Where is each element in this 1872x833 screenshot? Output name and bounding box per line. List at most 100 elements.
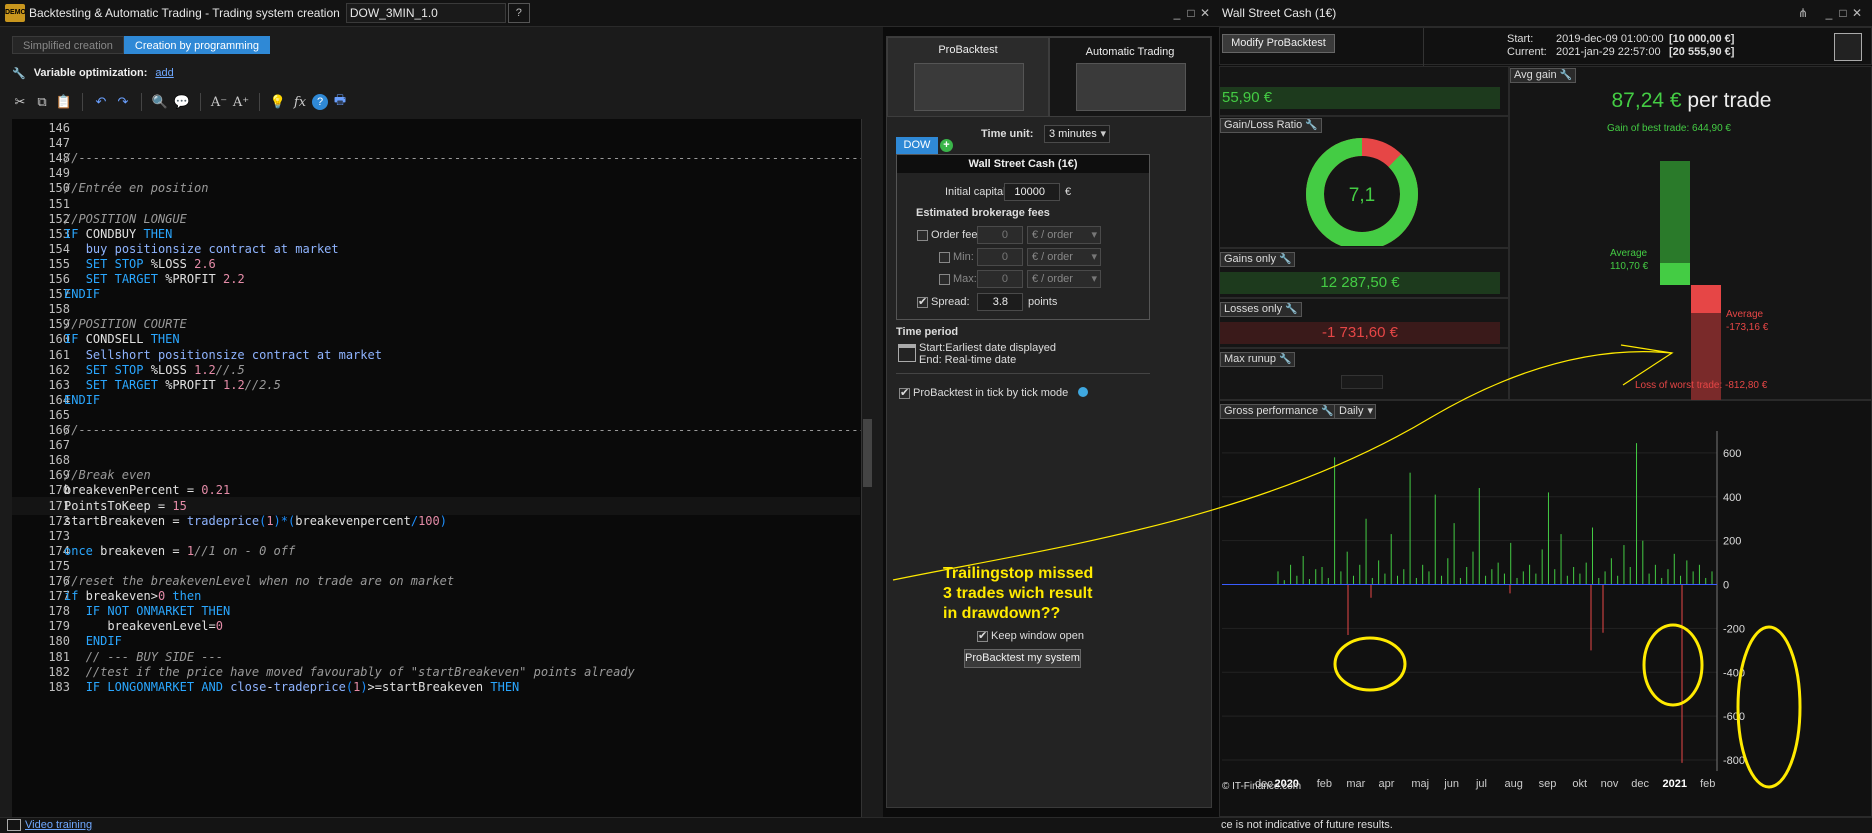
- time-unit-select[interactable]: 3 minutes ▾: [1044, 125, 1110, 143]
- x-tick-label: apr: [1379, 778, 1395, 790]
- x-tick-label: mar: [1346, 778, 1365, 790]
- tab-creation-by-programming[interactable]: Creation by programming: [123, 36, 270, 54]
- max-fee-unit-select[interactable]: € / order ▾: [1027, 270, 1101, 288]
- total-gain-box: 55,90 €: [1219, 66, 1509, 116]
- order-fee-checkbox[interactable]: [917, 230, 928, 241]
- status-bar: Video training ce is not indicative of f…: [0, 817, 1872, 833]
- video-training-icon[interactable]: [7, 819, 21, 831]
- spread-checkbox[interactable]: [917, 295, 928, 308]
- y-tick-label: 0: [1723, 580, 1729, 592]
- tick-mode-checkbox[interactable]: [899, 386, 910, 399]
- paste-icon[interactable]: 📋: [54, 92, 74, 112]
- x-tick-label: feb: [1700, 778, 1715, 790]
- tab-probacktest[interactable]: ProBacktest: [887, 37, 1049, 117]
- annotation-line-3: in drawdown??: [943, 605, 1061, 622]
- search-icon[interactable]: 🔍: [150, 92, 170, 112]
- currency-label: €: [1065, 186, 1072, 198]
- calendar-icon[interactable]: [898, 344, 916, 362]
- y-tick-label: 600: [1723, 448, 1741, 460]
- video-training-link[interactable]: Video training: [25, 819, 92, 831]
- print-icon[interactable]: 🖶: [330, 92, 350, 112]
- max-fee-checkbox[interactable]: [939, 274, 950, 285]
- gain-loss-ratio-value: 7,1: [1349, 185, 1375, 206]
- min-fee-input[interactable]: 0: [977, 248, 1023, 266]
- wrench-icon[interactable]: 🔧: [1285, 303, 1297, 316]
- comment-icon[interactable]: 💬: [172, 92, 192, 112]
- maximize-icon[interactable]: □: [1836, 6, 1850, 20]
- tab-simplified-creation[interactable]: Simplified creation: [12, 36, 124, 54]
- function-icon[interactable]: fx: [290, 92, 310, 112]
- report-icon[interactable]: [1834, 33, 1862, 61]
- gains-only-value: 12 287,50 €: [1220, 272, 1500, 294]
- minimize-icon[interactable]: _: [1822, 6, 1836, 20]
- gross-performance-label: Gross performance: [1224, 405, 1319, 417]
- add-instrument-icon[interactable]: +: [940, 139, 953, 152]
- max-fee-label: Max:: [953, 273, 977, 285]
- wrench-icon[interactable]: 🔧: [1560, 69, 1572, 82]
- help-icon[interactable]: ?: [312, 94, 328, 110]
- tab-automatic-trading[interactable]: Automatic Trading: [1049, 37, 1211, 117]
- max-fee-input[interactable]: 0: [977, 270, 1023, 288]
- min-fee-value: 0: [1001, 251, 1008, 263]
- spread-unit-label: points: [1028, 296, 1058, 308]
- code-area[interactable]: 146 147 148//-----------------------------…: [12, 119, 872, 833]
- losses-only-label: Losses only: [1224, 303, 1283, 315]
- editor-toolbar: ✂ ⧉ 📋 ↶ ↷ 🔍 💬 A⁻ A⁺ 💡 fx ? 🖶: [10, 89, 350, 115]
- minimize-icon[interactable]: _: [1170, 6, 1184, 20]
- annotation-line-1: Trailingstop missed: [943, 565, 1094, 582]
- period-select[interactable]: Daily ▾: [1334, 404, 1376, 419]
- system-name-text: DOW_3MIN_1.0: [349, 6, 438, 20]
- modify-probacktest-button[interactable]: Modify ProBacktest: [1222, 34, 1335, 53]
- gross-performance-tag[interactable]: Gross performance 🔧: [1220, 404, 1338, 419]
- keep-window-checkbox[interactable]: [977, 629, 988, 642]
- gain-loss-ratio-tag[interactable]: Gain/Loss Ratio 🔧: [1220, 118, 1322, 133]
- maximize-icon[interactable]: □: [1184, 6, 1198, 20]
- max-runup-tag[interactable]: Max runup 🔧: [1220, 352, 1296, 367]
- order-fee-unit-select[interactable]: € / order ▾: [1027, 226, 1101, 244]
- losses-only-tag[interactable]: Losses only 🔧: [1220, 302, 1302, 317]
- probacktest-panel: ProBacktest Automatic Trading Time unit:…: [886, 36, 1212, 808]
- system-name-field[interactable]: DOW_3MIN_1.0: [345, 3, 506, 23]
- add-variable-link[interactable]: add: [155, 67, 173, 79]
- avg-gain-suffix: per trade: [1687, 89, 1772, 112]
- font-increase-icon[interactable]: A⁺: [231, 92, 251, 112]
- order-fee-value: 0: [1001, 229, 1008, 241]
- wrench-icon[interactable]: 🔧: [1321, 405, 1333, 418]
- spread-value: 3.8: [992, 296, 1008, 308]
- scrollbar-thumb[interactable]: [863, 419, 872, 487]
- info-icon[interactable]: [1078, 387, 1088, 397]
- y-tick-label: -400: [1723, 667, 1745, 679]
- close-icon[interactable]: ✕: [1198, 6, 1212, 20]
- min-fee-label: Min:: [953, 251, 974, 263]
- wrench-icon[interactable]: 🔧: [1305, 119, 1317, 132]
- min-fee-checkbox[interactable]: [939, 252, 950, 263]
- close-icon[interactable]: ✕: [1850, 6, 1864, 20]
- time-period-title: Time period: [896, 326, 959, 338]
- wrench-icon[interactable]: 🔧: [1279, 253, 1291, 266]
- gains-only-tag[interactable]: Gains only 🔧: [1220, 252, 1296, 267]
- probacktest-my-system-button[interactable]: ProBacktest my system: [964, 649, 1081, 668]
- order-fee-input[interactable]: 0: [977, 226, 1023, 244]
- x-tick-label: nov: [1601, 778, 1619, 790]
- font-decrease-icon[interactable]: A⁻: [209, 92, 229, 112]
- share-icon[interactable]: ⋔: [1796, 6, 1810, 20]
- gain-bar-average: [1660, 263, 1690, 285]
- cut-icon[interactable]: ✂: [10, 92, 30, 112]
- code-line[interactable]: 183 IF LONGONMARKET AND close-tradeprice…: [12, 678, 860, 696]
- vertical-scrollbar[interactable]: [861, 119, 872, 833]
- gain-loss-ratio-label: Gain/Loss Ratio: [1224, 119, 1303, 131]
- copyright: © IT-Finance.com: [1222, 781, 1302, 792]
- undo-icon[interactable]: ↶: [91, 92, 111, 112]
- lightbulb-icon[interactable]: 💡: [268, 92, 288, 112]
- instrument-tab-dow[interactable]: DOW: [896, 137, 938, 154]
- spread-input[interactable]: 3.8: [977, 293, 1023, 311]
- app-icon: DEMO: [5, 4, 26, 22]
- min-fee-unit-select[interactable]: € / order ▾: [1027, 248, 1101, 266]
- wrench-icon[interactable]: 🔧: [1279, 353, 1291, 366]
- help-doc-icon[interactable]: ?: [507, 3, 530, 23]
- initial-capital-input[interactable]: 10000: [1004, 183, 1060, 201]
- avg-gain-tag[interactable]: Avg gain 🔧: [1510, 68, 1577, 83]
- current-label: Current:: [1507, 46, 1547, 58]
- copy-icon[interactable]: ⧉: [32, 92, 52, 112]
- redo-icon[interactable]: ↷: [113, 92, 133, 112]
